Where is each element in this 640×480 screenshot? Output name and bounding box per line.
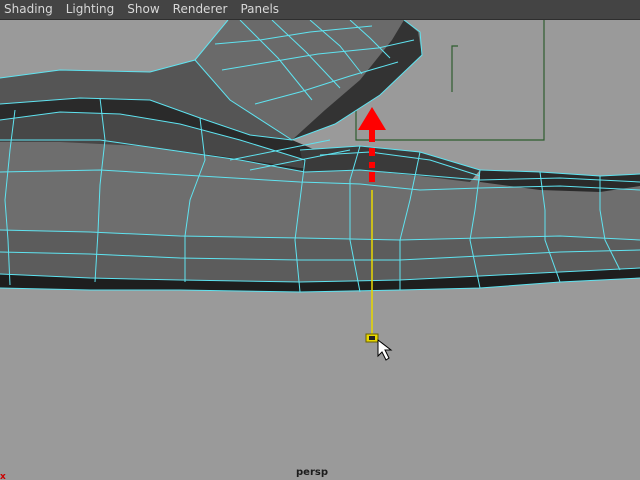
- manipulator-pivot-icon[interactable]: [365, 333, 379, 343]
- camera-label: persp: [296, 467, 328, 478]
- viewport-canvas[interactable]: [0, 20, 640, 480]
- menu-show[interactable]: Show: [122, 0, 167, 19]
- axis-x-indicator: x: [0, 472, 6, 480]
- menu-panels[interactable]: Panels: [235, 0, 287, 19]
- menu-renderer[interactable]: Renderer: [168, 0, 236, 19]
- menu-lighting[interactable]: Lighting: [61, 0, 123, 19]
- panel-menubar: Shading Lighting Show Renderer Panels: [0, 0, 640, 20]
- perspective-viewport[interactable]: x: [0, 20, 640, 480]
- menu-shading[interactable]: Shading: [0, 0, 61, 19]
